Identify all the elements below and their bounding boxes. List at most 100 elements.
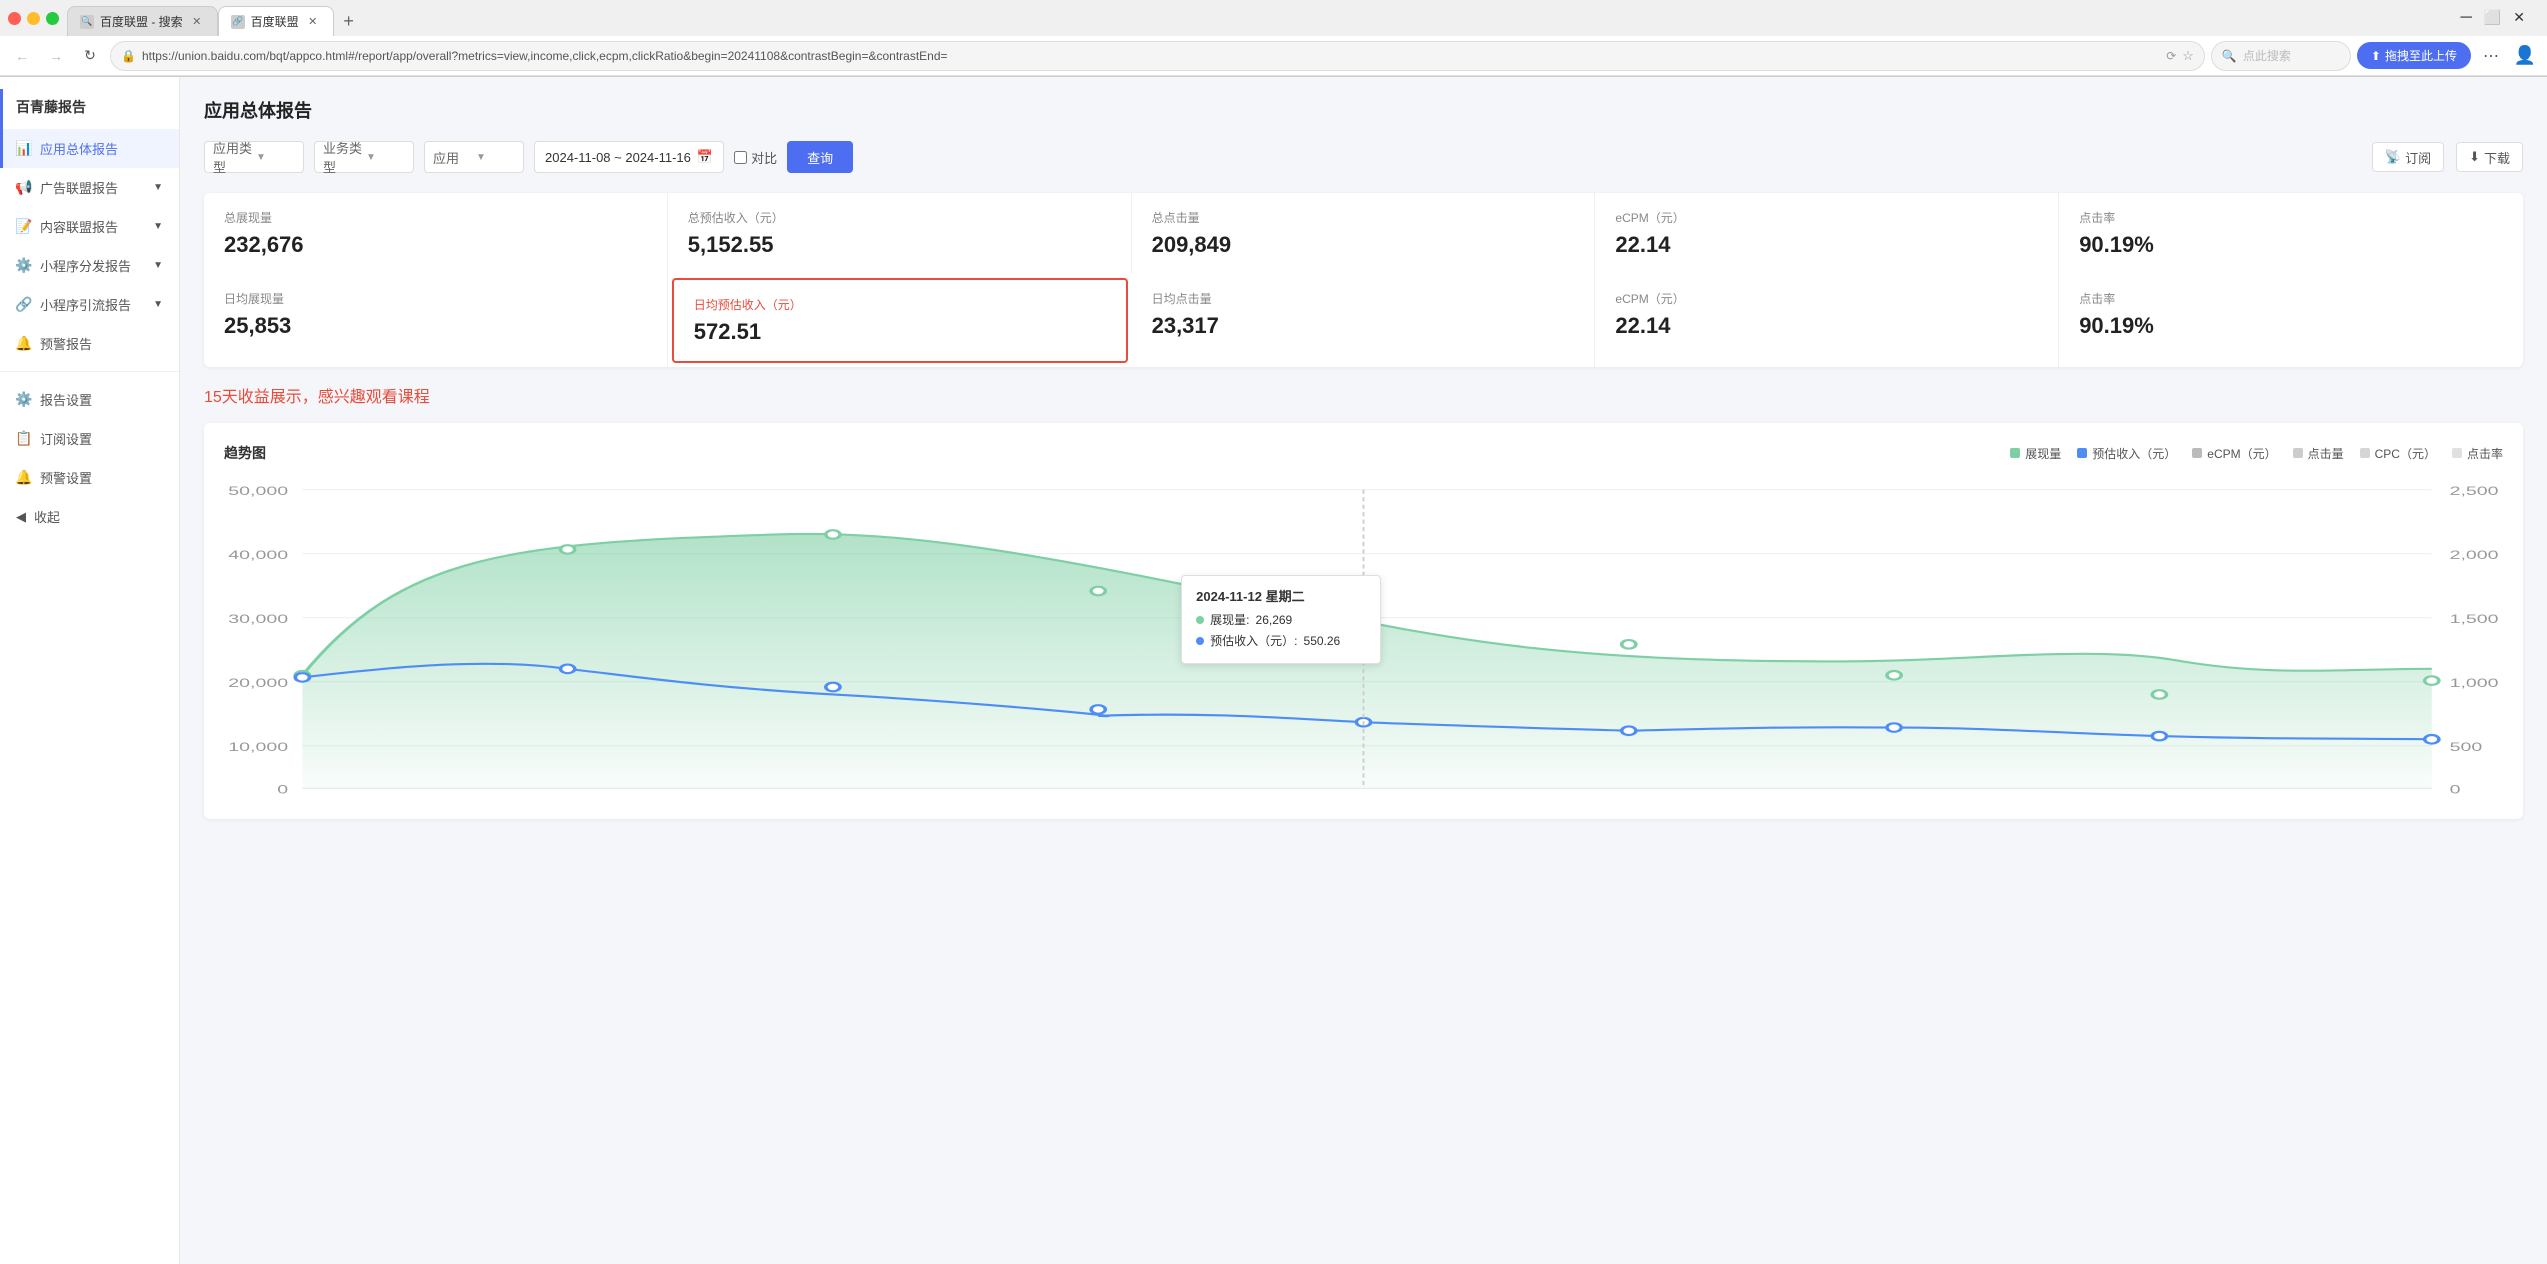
subscribe-btn[interactable]: 📡 订阅 [2372, 142, 2444, 172]
app-layout: 百青藤报告 📊 应用总体报告 📢 广告联盟报告 ▼ 📝 内容联盟报告 ▼ ⚙️ … [0, 77, 2547, 1264]
calendar-icon: 📅 [697, 149, 713, 165]
sidebar-item-content-report[interactable]: 📝 内容联盟报告 ▼ [0, 207, 179, 246]
maximize-window-btn[interactable] [46, 12, 59, 25]
tab-1-title: 百度联盟 - 搜索 [100, 13, 183, 30]
sidebar-item-ad-report[interactable]: 📢 广告联盟报告 ▼ [0, 168, 179, 207]
chevron-down-icon-2: ▼ [153, 221, 163, 232]
minimize-window-btn[interactable] [27, 12, 40, 25]
income-point-1 [295, 673, 309, 682]
restore-icon[interactable]: ⬜ [2478, 9, 2507, 27]
compare-checkbox-input[interactable] [734, 151, 747, 164]
svg-text:50,000: 50,000 [228, 485, 288, 498]
tab-1-close[interactable]: ✕ [189, 14, 205, 30]
sidebar-item-miniapp-report[interactable]: ⚙️ 小程序分发报告 ▼ [0, 246, 179, 285]
more-options-btn[interactable]: ⋯ [2477, 42, 2505, 70]
refresh-small-icon[interactable]: ⟳ [2166, 49, 2176, 63]
download-icon: ⬇ [2469, 149, 2480, 165]
content-report-icon: 📝 [16, 219, 32, 235]
stat-ctr-top: 点击率 90.19% [2059, 193, 2523, 274]
sidebar-item-miniapp-flow-label: 小程序引流报告 [40, 295, 131, 314]
legend-income-label: 预估收入（元） [2092, 445, 2176, 462]
app-label: 应用 [433, 148, 472, 167]
sidebar-item-alert-report[interactable]: 🔔 预警报告 [0, 324, 179, 363]
sidebar-item-miniapp-flow[interactable]: 🔗 小程序引流报告 ▼ [0, 285, 179, 324]
stat-ecpm-top-label: eCPM（元） [1615, 209, 2038, 226]
sidebar-item-report-settings[interactable]: ⚙️ 报告设置 [0, 380, 179, 419]
collapse-icon: ◀ [16, 509, 26, 525]
date-range-value: 2024-11-08 ~ 2024-11-16 [545, 150, 691, 165]
compare-label: 对比 [751, 148, 777, 167]
biz-type-select[interactable]: 业务类型 ▼ [314, 141, 414, 173]
close-icon[interactable]: ✕ [2507, 9, 2531, 27]
stat-ecpm-bottom-label: eCPM（元） [1615, 290, 2038, 307]
chevron-down-icon-3: ▼ [153, 260, 163, 271]
stats-top-row: 总展现量 232,676 总预估收入（元） 5,152.55 总点击量 209,… [204, 193, 2523, 274]
miniapp-report-icon: ⚙️ [16, 258, 32, 274]
sidebar-item-alert-settings[interactable]: 🔔 预警设置 [0, 458, 179, 497]
compare-checkbox[interactable]: 对比 [734, 148, 777, 167]
chart-section: 趋势图 展现量 预估收入（元） eCPM（元） [204, 423, 2523, 819]
legend-ecpm: eCPM（元） [2192, 445, 2276, 462]
chart-legend: 展现量 预估收入（元） eCPM（元） 点击量 [2010, 445, 2503, 462]
browser-chrome: 🔍 百度联盟 - 搜索 ✕ 🔗 百度联盟 ✕ + ─ ⬜ ✕ ← → ↻ 🔒 h… [0, 0, 2547, 77]
address-bar[interactable]: 🔒 https://union.baidu.com/bqt/appco.html… [110, 41, 2205, 71]
svg-text:40,000: 40,000 [228, 549, 288, 562]
views-point-8 [2152, 690, 2166, 699]
sidebar-item-content-report-label: 内容联盟报告 [40, 217, 118, 236]
tab-1[interactable]: 🔍 百度联盟 - 搜索 ✕ [67, 6, 218, 36]
app-report-icon: 📊 [16, 141, 32, 157]
stat-daily-clicks-value: 23,317 [1152, 313, 1575, 339]
chart-container: 50,000 40,000 30,000 20,000 10,000 0 2,5… [224, 479, 2503, 799]
miniapp-flow-icon: 🔗 [16, 297, 32, 313]
sidebar-item-ad-report-label: 广告联盟报告 [40, 178, 118, 197]
star-icon[interactable]: ☆ [2182, 48, 2194, 64]
sidebar-item-subscribe-settings-label: 订阅设置 [40, 429, 92, 448]
app-arrow-icon: ▼ [476, 152, 515, 163]
stat-daily-views: 日均展现量 25,853 [204, 274, 668, 367]
query-btn[interactable]: 查询 [787, 141, 853, 173]
promo-text: 15天收益展示，感兴趣观看课程 [204, 383, 2523, 407]
close-window-btn[interactable] [8, 12, 21, 25]
refresh-btn[interactable]: ↻ [76, 42, 104, 70]
app-type-select[interactable]: 应用类型 ▼ [204, 141, 304, 173]
sidebar-item-subscribe-settings[interactable]: 📋 订阅设置 [0, 419, 179, 458]
views-point-3 [826, 530, 840, 539]
minimize-icon[interactable]: ─ [2454, 9, 2477, 27]
download-btn[interactable]: ⬇ 下载 [2456, 142, 2523, 172]
back-btn[interactable]: ← [8, 42, 36, 70]
stat-ecpm-top-value: 22.14 [1615, 232, 2038, 258]
subscribe-icon: 📡 [2385, 149, 2401, 165]
stat-daily-views-value: 25,853 [224, 313, 647, 339]
tab-1-favicon: 🔍 [80, 15, 94, 29]
stat-daily-clicks-label: 日均点击量 [1152, 290, 1575, 307]
chevron-down-icon: ▼ [153, 182, 163, 193]
search-bar[interactable]: 🔍 点此搜索 [2211, 41, 2351, 71]
income-point-4 [1091, 705, 1105, 714]
sidebar-collapse-btn[interactable]: ◀ 收起 [0, 497, 179, 536]
legend-dot-income [2077, 448, 2087, 458]
views-point-9 [2425, 676, 2439, 685]
tab-bar: 🔍 百度联盟 - 搜索 ✕ 🔗 百度联盟 ✕ + [67, 0, 2451, 36]
forward-btn[interactable]: → [42, 42, 70, 70]
svg-text:2,000: 2,000 [2450, 549, 2499, 562]
stat-ctr-bottom-label: 点击率 [2079, 290, 2503, 307]
legend-clicks-label: 点击量 [2308, 445, 2344, 462]
new-tab-btn[interactable]: + [334, 6, 364, 36]
tab-2[interactable]: 🔗 百度联盟 ✕ [218, 6, 334, 36]
profile-btn[interactable]: 👤 [2511, 42, 2539, 70]
tab-2-close[interactable]: ✕ [305, 14, 321, 30]
sidebar-title: 百青藤报告 [0, 89, 179, 129]
date-range-picker[interactable]: 2024-11-08 ~ 2024-11-16 📅 [534, 141, 724, 173]
chart-title: 趋势图 [224, 443, 266, 463]
income-point-2 [561, 665, 575, 674]
svg-text:1,000: 1,000 [2450, 677, 2499, 690]
income-point-7 [1887, 723, 1901, 732]
chart-header: 趋势图 展现量 预估收入（元） eCPM（元） [224, 443, 2503, 463]
tooltip-row-views: 展现量: 26,269 [1196, 611, 1366, 628]
app-select[interactable]: 应用 ▼ [424, 141, 524, 173]
sidebar-item-app-report[interactable]: 📊 应用总体报告 [0, 129, 179, 168]
legend-views: 展现量 [2010, 445, 2061, 462]
stat-ctr-top-label: 点击率 [2079, 209, 2503, 226]
svg-text:20,000: 20,000 [228, 677, 288, 690]
upload-btn[interactable]: ⬆ 拖拽至此上传 [2357, 42, 2471, 69]
